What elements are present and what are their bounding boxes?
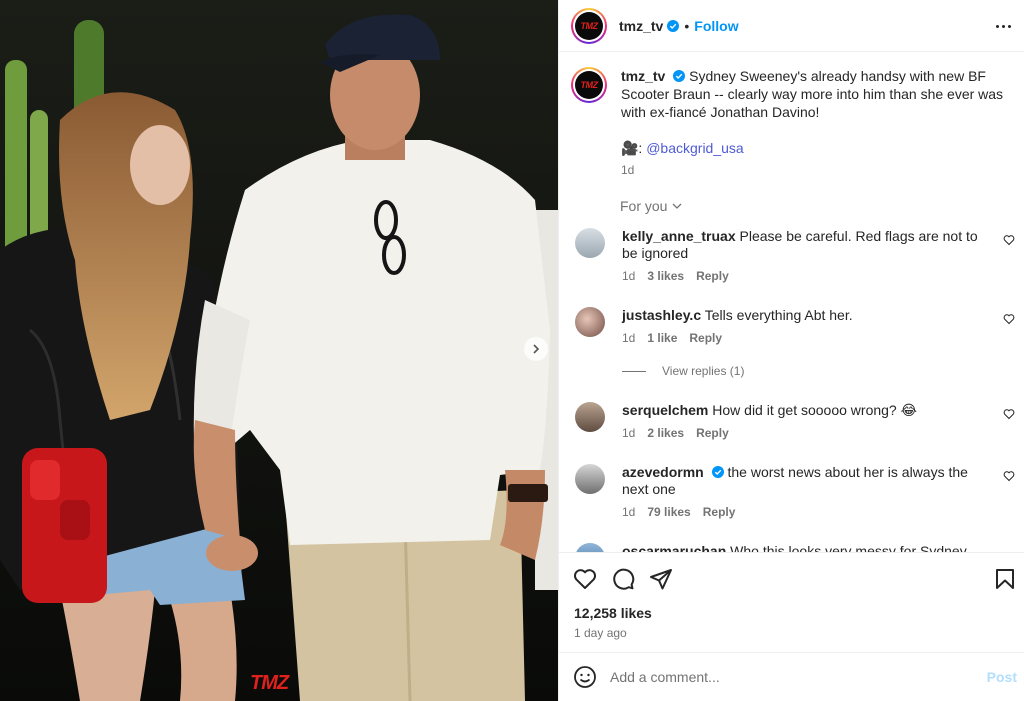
comment-body: serquelchem How did it get sooooo wrong?… — [622, 402, 992, 442]
comment-item: serquelchem How did it get sooooo wrong?… — [575, 402, 1021, 442]
comment-sort-dropdown[interactable]: For you — [620, 198, 683, 214]
caption-avatar[interactable]: TMZ — [571, 67, 607, 103]
post-panel: TMZ tmz_tv • Follow TMZ tmz_tv Sydney Sw… — [558, 0, 1024, 701]
comment-text: How did it get sooooo wrong? 😂 — [712, 402, 917, 418]
commenter-avatar[interactable] — [575, 402, 605, 432]
avatar-logo: TMZ — [575, 11, 603, 40]
comment-likes[interactable]: 79 likes — [647, 504, 690, 521]
verified-badge-icon — [673, 70, 686, 82]
comment-time: 1d — [622, 505, 636, 519]
view-replies-button[interactable]: View replies (1) — [622, 364, 744, 378]
photo-credit-link[interactable]: @backgrid_usa — [646, 140, 744, 156]
add-comment-input[interactable] — [610, 669, 970, 685]
avatar-logo: TMZ — [575, 71, 603, 99]
action-icons — [573, 567, 673, 591]
comment-username[interactable]: serquelchem — [622, 402, 708, 418]
post-actions: 12,258 likes 1 day ago — [559, 552, 1024, 652]
verified-badge-icon — [667, 19, 680, 32]
camera-emoji-prefix: 🎥: — [621, 140, 647, 156]
comments-scroll-area[interactable]: TMZ tmz_tv Sydney Sweeney's already hand… — [559, 53, 1024, 552]
comment-time: 1d — [622, 269, 636, 283]
share-paper-plane-icon[interactable] — [649, 567, 673, 591]
avatar-ring: TMZ — [573, 69, 605, 101]
chevron-right-icon — [533, 344, 540, 354]
comment-body: justashley.c Tells everything Abt her. 1… — [622, 307, 992, 347]
post-comment-button[interactable]: Post — [987, 669, 1017, 685]
comment-likes[interactable]: 2 likes — [647, 425, 684, 442]
comment-likes[interactable]: 1 like — [647, 330, 677, 347]
avatar-ring: TMZ — [573, 9, 605, 42]
comment-meta: 1d 3 likes Reply — [622, 268, 992, 285]
sort-label: For you — [620, 198, 668, 214]
comment-meta: 1d 79 likes Reply — [622, 504, 992, 521]
comment-meta: 1d 1 like Reply — [622, 330, 992, 347]
like-comment-heart-icon[interactable] — [1003, 313, 1015, 325]
comment-text: Tells everything Abt her. — [704, 307, 853, 323]
comment-likes[interactable]: 3 likes — [647, 268, 684, 285]
like-heart-icon[interactable] — [573, 567, 597, 591]
comment-username[interactable]: kelly_anne_truax — [622, 228, 736, 244]
comment-body: oscarmaruchan Who this looks very messy … — [622, 543, 992, 552]
instagram-post: TMZ TMZ tmz_tv • Follow TMZ tmz_tv Sydne… — [0, 0, 1024, 701]
like-comment-heart-icon[interactable] — [1003, 470, 1015, 482]
comment-body: azevedormn the worst news about her is a… — [622, 464, 992, 521]
separator-dot: • — [684, 17, 690, 34]
reply-button[interactable]: Reply — [703, 504, 736, 521]
post-image[interactable]: TMZ — [0, 0, 558, 701]
commenter-avatar[interactable] — [575, 307, 605, 337]
follow-button[interactable]: Follow — [694, 18, 738, 34]
tmz-watermark: TMZ — [250, 672, 289, 694]
comment-item: oscarmaruchan Who this looks very messy … — [575, 543, 1021, 552]
comment-time: 1d — [622, 331, 636, 345]
commenter-avatar[interactable] — [575, 543, 605, 552]
verified-badge-icon — [711, 466, 724, 478]
comment-username[interactable]: azevedormn — [622, 464, 704, 480]
caption-username[interactable]: tmz_tv — [621, 68, 665, 84]
author-username[interactable]: tmz_tv — [619, 18, 663, 34]
replies-line — [622, 370, 646, 372]
emoji-smiley-icon[interactable] — [573, 665, 597, 689]
add-comment-bar: Post — [559, 652, 1024, 701]
chevron-down-icon — [673, 203, 682, 209]
like-comment-heart-icon[interactable] — [1003, 408, 1015, 420]
reply-button[interactable]: Reply — [696, 268, 729, 285]
save-bookmark-icon[interactable] — [993, 567, 1017, 591]
view-replies-label: View replies (1) — [662, 364, 745, 378]
caption-body: tmz_tv Sydney Sweeney's already handsy w… — [621, 67, 1011, 179]
comment-item: azevedormn the worst news about her is a… — [575, 464, 1021, 521]
comment-time: 1d — [622, 426, 636, 440]
like-comment-heart-icon[interactable] — [1003, 234, 1015, 246]
next-image-button[interactable] — [524, 337, 548, 361]
comment-body: kelly_anne_truax Please be careful. Red … — [622, 228, 992, 285]
post-timestamp[interactable]: 1 day ago — [574, 626, 627, 640]
more-options-icon[interactable] — [993, 16, 1013, 36]
comment-username[interactable]: justashley.c — [622, 307, 701, 323]
post-header: TMZ tmz_tv • Follow — [559, 0, 1024, 52]
comment-username[interactable]: oscarmaruchan — [622, 543, 726, 552]
author-avatar[interactable]: TMZ — [571, 7, 607, 44]
commenter-avatar[interactable] — [575, 228, 605, 258]
commenter-avatar[interactable] — [575, 464, 605, 494]
caption-time: 1d — [621, 163, 635, 177]
comment-item: justashley.c Tells everything Abt her. 1… — [575, 307, 1021, 347]
likes-count[interactable]: 12,258 likes — [574, 605, 652, 621]
comment-meta: 1d 2 likes Reply — [622, 425, 992, 442]
reply-button[interactable]: Reply — [689, 330, 722, 347]
reply-button[interactable]: Reply — [696, 425, 729, 442]
post-caption: TMZ tmz_tv Sydney Sweeney's already hand… — [571, 67, 1011, 179]
comment-item: kelly_anne_truax Please be careful. Red … — [575, 228, 1021, 285]
comment-bubble-icon[interactable] — [611, 567, 635, 591]
photo-illustration — [0, 0, 558, 701]
